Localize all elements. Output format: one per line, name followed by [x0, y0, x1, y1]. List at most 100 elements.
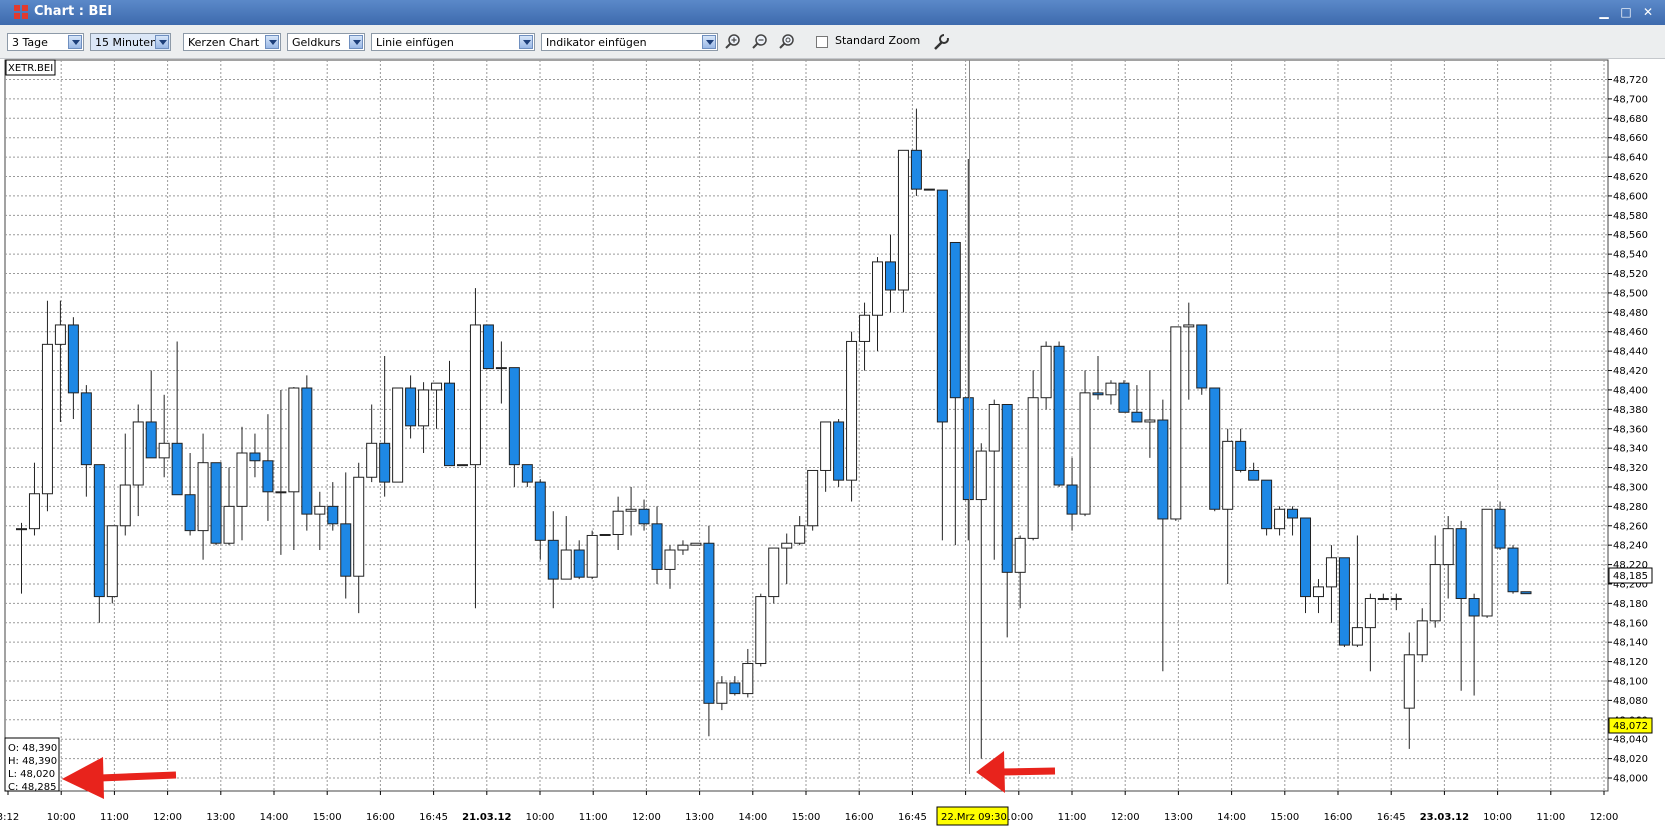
chevron-down-icon[interactable] [68, 35, 82, 49]
candle[interactable] [392, 387, 404, 483]
candle[interactable] [1209, 387, 1221, 512]
standard-zoom-checkbox[interactable] [816, 36, 828, 48]
candle[interactable] [1053, 341, 1065, 487]
x-tick-label: 23.03.12 [1420, 812, 1469, 823]
candle-body-up [288, 387, 300, 493]
candle[interactable] [768, 547, 780, 604]
candle-body-up [1222, 440, 1234, 510]
price-type-select-value: Geldkurs [292, 36, 341, 49]
y-tick-label: 48,120 [1613, 657, 1648, 668]
zoom-out-icon[interactable] [751, 33, 769, 51]
candle-body-down [249, 452, 261, 462]
candle-body-down [482, 324, 494, 370]
insert-line-select[interactable]: Linie einfügen [371, 33, 535, 51]
period-select[interactable]: 3 Tage [7, 33, 84, 51]
candle-body-up [1274, 508, 1286, 530]
candle-body-down [729, 682, 741, 695]
candle-body-up [1105, 382, 1117, 396]
candle-body-up [1481, 508, 1493, 617]
y-tick-label: 48,560 [1613, 230, 1648, 241]
candle[interactable] [106, 525, 118, 604]
candle-body-up [1377, 598, 1389, 601]
candle[interactable] [1481, 508, 1493, 618]
candle[interactable] [807, 469, 819, 531]
candle[interactable] [1261, 479, 1273, 536]
y-tick-label: 48,180 [1613, 599, 1648, 610]
candle[interactable] [1118, 380, 1130, 413]
candle-body-down [1455, 528, 1467, 600]
chart-area[interactable]: 48,720 48,700 48,680 48,660 48,640 48,620 48,6… [0, 59, 1665, 826]
interval-select[interactable]: 15 Minuten [90, 33, 171, 51]
x-tick-label: 14:00 [260, 812, 289, 823]
candle[interactable] [210, 462, 222, 546]
candle[interactable] [833, 419, 845, 487]
standard-zoom-label: Standard Zoom [835, 34, 921, 47]
window-titlebar: Chart : BEI ▁ □ ✕ [0, 0, 1665, 25]
maximize-icon[interactable]: □ [1617, 5, 1635, 20]
candle[interactable] [1170, 326, 1182, 521]
candle-body-down [703, 542, 715, 704]
y-tick-label: 48,400 [1613, 385, 1648, 396]
y-tick-label: 48,000 [1613, 774, 1648, 785]
candle[interactable] [599, 533, 611, 536]
chevron-down-icon[interactable] [265, 35, 279, 49]
zoom-reset-icon[interactable] [778, 33, 796, 51]
chart-type-select[interactable]: Kerzen Chart [183, 33, 281, 51]
candle[interactable] [1520, 591, 1532, 595]
candle[interactable] [1494, 501, 1506, 551]
candle-body-up [1183, 324, 1195, 328]
candle-body-down [936, 189, 948, 423]
candle-body-up [742, 663, 754, 695]
candle-body-down [534, 481, 546, 541]
candle-body-up [456, 464, 468, 467]
candle[interactable] [1507, 545, 1519, 594]
candle-body-down [405, 387, 417, 427]
candle-body-up [1014, 537, 1026, 573]
zoom-in-icon[interactable] [724, 33, 742, 51]
price-type-select[interactable]: Geldkurs [287, 33, 365, 51]
candle[interactable] [456, 464, 468, 467]
insert-indicator-select-value: Indikator einfügen [546, 36, 647, 49]
x-tick-label: 12:00 [1590, 812, 1619, 823]
candle[interactable] [586, 530, 598, 580]
candle-body-up [768, 547, 780, 598]
chevron-down-icon[interactable] [519, 35, 533, 49]
candle[interactable] [1079, 370, 1091, 517]
candle-body-up [625, 508, 637, 512]
x-tick-label: 11:00 [100, 812, 129, 823]
candle[interactable] [755, 593, 767, 667]
insert-indicator-select[interactable]: Indikator einfügen [541, 33, 718, 51]
close-icon[interactable]: ✕ [1639, 5, 1657, 20]
candle[interactable] [1196, 324, 1208, 395]
ohlc-open: O: 48,390 [8, 743, 57, 754]
candle[interactable] [482, 324, 494, 370]
y-tick-label: 48,700 [1613, 94, 1648, 105]
candle-body-up [872, 261, 884, 316]
candle-body-up [1364, 598, 1376, 629]
candle[interactable] [897, 149, 909, 313]
ohlc-close: C: 48,285 [8, 782, 57, 793]
candle-body-down [1390, 598, 1402, 601]
candle-body-up [469, 324, 481, 466]
candle-body-up [1027, 397, 1039, 539]
y-tick-label: 48,520 [1613, 269, 1648, 280]
candle[interactable] [846, 331, 858, 502]
candlestick-chart[interactable]: 48,720 48,700 48,680 48,660 48,640 48,620 48,6… [0, 59, 1665, 826]
candle-body-down [949, 241, 961, 399]
candle[interactable] [923, 188, 935, 191]
candle-body-down [1196, 324, 1208, 389]
y-tick-label: 48,500 [1613, 288, 1648, 299]
wrench-icon[interactable] [932, 33, 950, 51]
candle[interactable] [1338, 557, 1350, 648]
candle-body-up [119, 484, 131, 527]
chevron-down-icon[interactable] [155, 35, 169, 49]
chevron-down-icon[interactable] [349, 35, 363, 49]
x-tick-label: 10:00 [526, 812, 555, 823]
minimize-icon[interactable]: ▁ [1595, 5, 1613, 20]
x-tick-label: 11:00 [579, 812, 608, 823]
x-tick-label: 10:00 [1004, 812, 1033, 823]
candle[interactable] [301, 375, 313, 531]
chevron-down-icon[interactable] [702, 35, 716, 49]
candle[interactable] [690, 542, 702, 546]
y-tick-label: 48,240 [1613, 541, 1648, 552]
